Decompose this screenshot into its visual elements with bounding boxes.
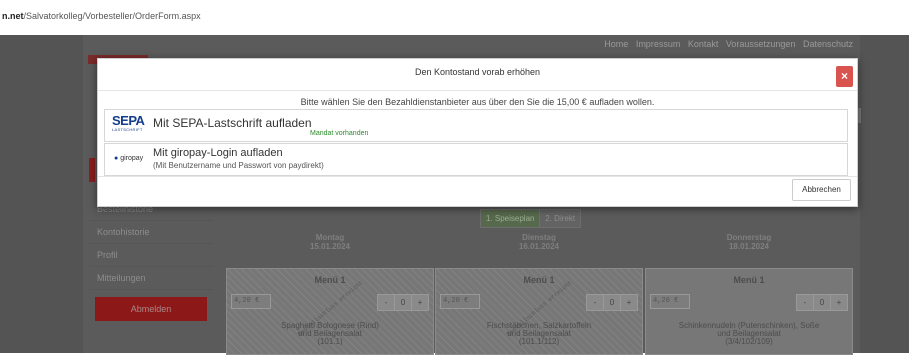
modal-title: Den Kontostand vorab erhöhen [414,67,541,77]
nav-datenschutz[interactable]: Datenschutz [803,39,853,49]
menu-description: Fischstäbchen, Salzkartoffeln und Beilag… [436,322,642,346]
option-title: Mit SEPA-Lastschrift aufladen [153,116,312,130]
payment-option-giropay[interactable]: ● giropay Mit giropay-Login aufladen (Mi… [104,143,848,176]
option-subtitle: (Mit Benutzername und Passwort von paydi… [153,161,324,170]
nav-voraussetzungen[interactable]: Voraussetzungen [726,39,796,49]
menu-price: 4,20 € [440,294,480,309]
quantity-value[interactable]: 0 [603,294,621,311]
mandate-status: Mandat vorhanden [310,130,369,137]
nav-impressum[interactable]: Impressum [636,39,681,49]
logout-button[interactable]: Abmelden [95,297,207,321]
menu-price: 4,20 € [231,294,271,309]
increase-button[interactable]: + [830,294,848,311]
day-header: Montag 15.01.2024 [226,233,434,251]
menu-card: Menü 1 4,20 € -0 + Schinkennudeln (Putens… [645,268,853,355]
giropay-logo-text: giropay [120,155,144,162]
quantity-stepper: -0 + [586,294,638,311]
sidebar-item-profil[interactable]: Profil [89,244,213,267]
menu-desc-line: (101.1) [317,337,343,346]
menu-card: Menü 1 4,20 € -0 + Bestellschluss erreich… [226,268,434,355]
day-header: Dienstag 16.01.2024 [435,233,643,251]
payment-option-sepa[interactable]: SEPA LASTSCHRIFT Mit SEPA-Lastschrift au… [104,109,848,142]
menu-title: Menü 1 [523,275,555,285]
sidebar-item-mitteilungen[interactable]: Mitteilungen [89,267,213,290]
sepa-logo-subtext: LASTSCHRIFT [112,127,143,132]
menu-description: Spaghetti Bolognese (Rind) und Beilagens… [227,322,433,346]
option-title: Mit giropay-Login aufladen [153,147,283,159]
menu-card: Menü 1 4,20 € -0 + Bestellschluss erreich… [435,268,643,355]
increase-button[interactable]: + [411,294,429,311]
tab-speiseplan[interactable]: 1. Speiseplan [480,209,541,228]
browser-address-bar[interactable]: n.net/Salvatorkolleg/Vorbesteller/OrderF… [0,0,909,36]
quantity-stepper: -0 + [377,294,429,311]
modal-divider [98,90,857,91]
decrease-button[interactable]: - [586,294,604,311]
modal-instruction: Bitte wählen Sie den Bezahldienstanbiete… [300,97,655,107]
day-name: Donnerstag [726,233,772,242]
topup-modal: Den Kontostand vorab erhöhen × Bitte wäh… [97,58,858,207]
quantity-value[interactable]: 0 [813,294,831,311]
day-header: Donnerstag 18.01.2024 [645,233,853,251]
nav-home[interactable]: Home [604,39,628,49]
modal-divider [98,176,857,177]
tab-direkt[interactable]: 2. Direkt [539,209,582,228]
nav-kontakt[interactable]: Kontakt [688,39,719,49]
day-date: 15.01.2024 [309,242,351,251]
menu-desc-line: (3/4/102/109) [725,337,773,346]
menu-title: Menü 1 [733,275,765,285]
menu-description: Schinkennudeln (Putenschinken), Soße und… [646,322,852,346]
sidebar-nav: Bestellhistorie Kontohistorie Profil Mit… [89,198,213,290]
sepa-logo: SEPA LASTSCHRIFT [112,113,148,135]
day-date: 16.01.2024 [518,242,560,251]
close-button[interactable]: × [836,66,853,87]
menu-title: Menü 1 [314,275,346,285]
url-text: n.net/Salvatorkolleg/Vorbesteller/OrderF… [2,11,201,21]
increase-button[interactable]: + [620,294,638,311]
giropay-logo: ● giropay [114,155,144,162]
quantity-value[interactable]: 0 [394,294,412,311]
sepa-logo-text: SEPA [112,113,145,128]
menu-desc-line: (101.1/112) [518,337,560,346]
order-tabs: 1. Speiseplan 2. Direkt [480,209,582,228]
menu-price: 4,20 € [650,294,690,309]
cancel-button[interactable]: Abbrechen [792,179,851,201]
sidebar-item-kontohistorie[interactable]: Kontohistorie [89,221,213,244]
day-date: 18.01.2024 [728,242,770,251]
quantity-stepper: -0 + [796,294,848,311]
top-navigation: Home Impressum Kontakt Voraussetzungen D… [599,39,853,49]
sidebar-accent [89,158,95,182]
day-name: Montag [315,233,345,242]
decrease-button[interactable]: - [796,294,814,311]
decrease-button[interactable]: - [377,294,395,311]
day-name: Dienstag [522,233,556,242]
